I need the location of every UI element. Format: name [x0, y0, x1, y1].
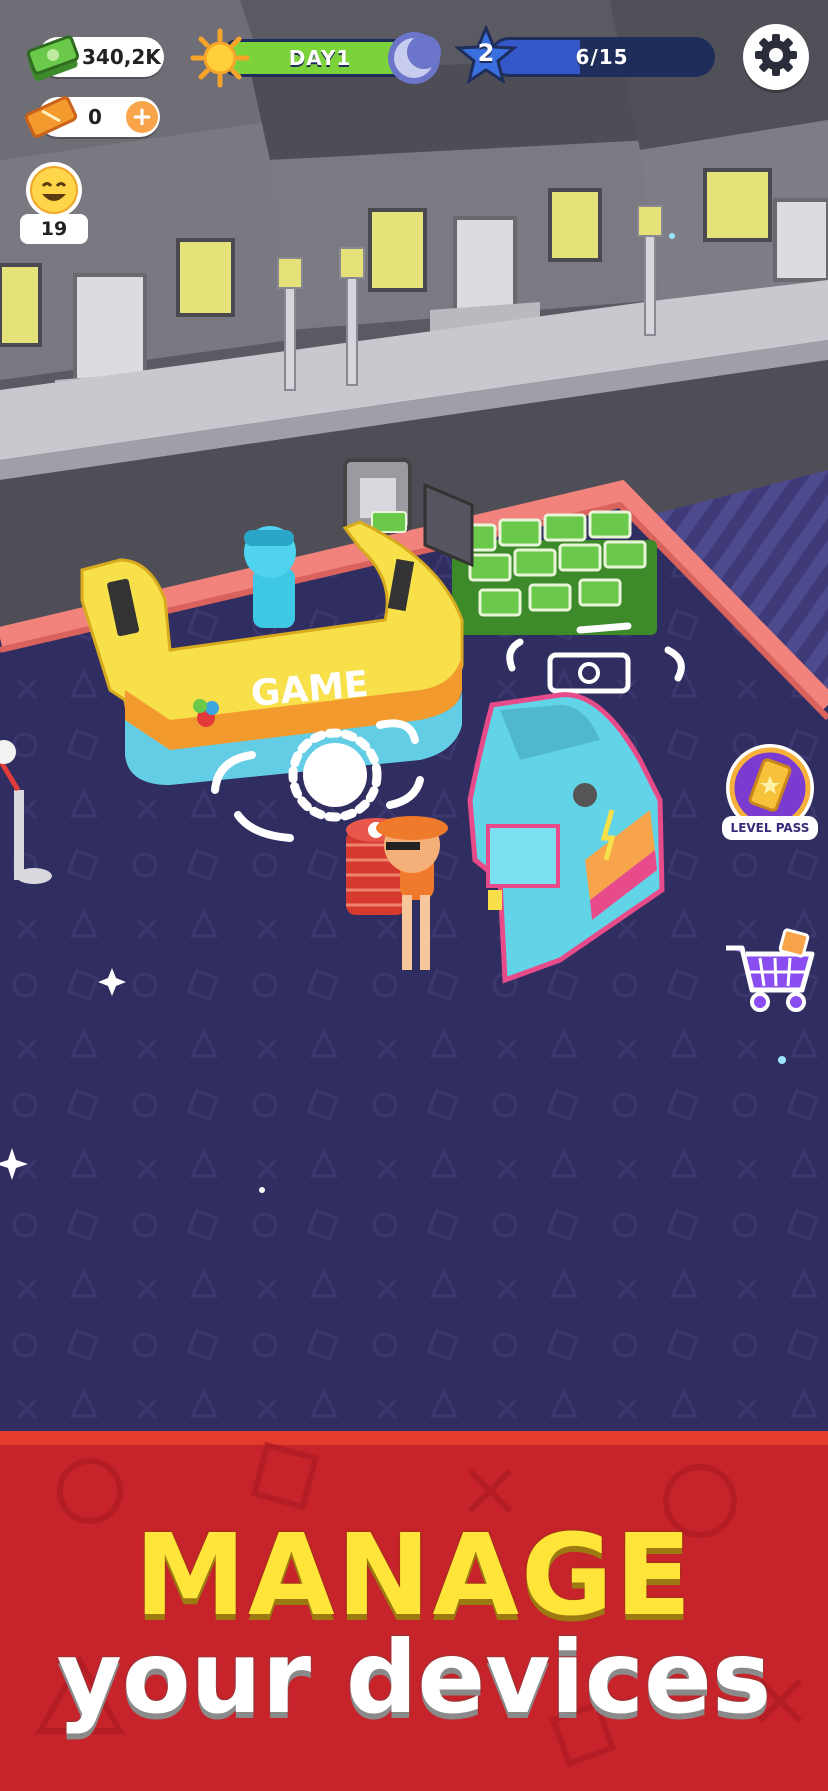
star-icon: 2: [454, 24, 518, 87]
shop-button[interactable]: [720, 918, 822, 1018]
level-pass-button[interactable]: LEVEL PASS: [722, 742, 818, 844]
level-progress-label: 6/15: [575, 45, 629, 69]
promo-banner: MANAGE your devices: [0, 1431, 828, 1791]
ticket-counter: 0 +: [24, 96, 160, 138]
ticket-icon: [24, 93, 78, 141]
cash-amount: 340,2K: [82, 45, 161, 69]
sun-icon: [190, 28, 250, 92]
customer-count: 19: [40, 218, 68, 240]
headline-your-devices: your devices: [56, 1619, 772, 1736]
shopping-cart-icon: [720, 928, 822, 1022]
gear-icon: [754, 33, 798, 81]
plus-icon: +: [131, 102, 153, 132]
customer-counter: 19: [20, 160, 88, 246]
level-pass-label: LEVEL PASS: [722, 816, 818, 840]
customer-count-badge: 19: [20, 214, 88, 244]
settings-button[interactable]: [743, 24, 809, 90]
scene-artwork: GAME: [0, 0, 828, 1431]
game-scene[interactable]: GAME: [0, 0, 828, 1431]
day-progress: DAY1: [190, 28, 442, 90]
cash-stack-icon: [24, 31, 80, 83]
moon-icon: [386, 30, 442, 90]
cash-counter: 340,2K: [26, 35, 164, 82]
ticket-amount: 0: [88, 105, 102, 129]
add-tickets-button[interactable]: +: [126, 101, 158, 133]
level-progress: 6/15 2: [454, 24, 720, 91]
level-number: 2: [477, 39, 495, 67]
